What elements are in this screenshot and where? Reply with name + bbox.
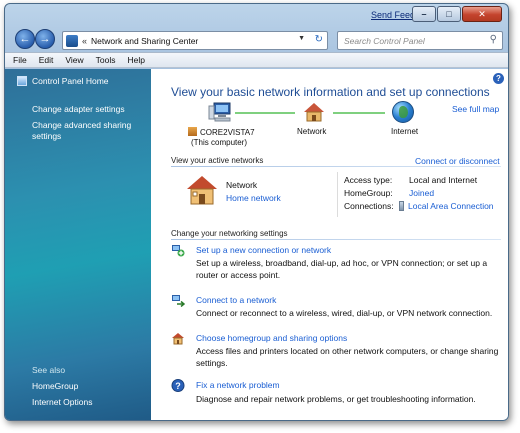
- see-full-map-link[interactable]: See full map: [452, 104, 499, 114]
- vertical-divider: [337, 172, 338, 217]
- task-homegroup-desc: Access files and printers located on oth…: [196, 346, 499, 368]
- troubleshoot-icon: ?: [171, 379, 185, 392]
- connections-label: Connections:: [344, 201, 394, 211]
- breadcrumb[interactable]: Network and Sharing Center: [91, 36, 198, 46]
- divider: [171, 166, 501, 167]
- sidebar-link-homegroup[interactable]: HomeGroup: [32, 381, 78, 392]
- control-panel-home-icon: [17, 76, 27, 86]
- homegroup-small-icon: [188, 127, 197, 136]
- sidebar-item-label[interactable]: Control Panel Home: [32, 76, 109, 86]
- home-network-icon: [187, 176, 217, 205]
- internet-globe-icon[interactable]: [392, 101, 414, 123]
- sidebar-item-advanced-sharing[interactable]: Change advanced sharing: [32, 120, 131, 131]
- connect-disconnect-link[interactable]: Connect or disconnect: [415, 156, 500, 166]
- forward-button[interactable]: →: [35, 29, 55, 49]
- control-panel-icon: [66, 34, 78, 47]
- access-type-value: Local and Internet: [409, 175, 478, 185]
- page-title: View your basic network information and …: [171, 85, 490, 99]
- network-location-link[interactable]: Home network: [226, 193, 281, 203]
- chevron-down-icon[interactable]: ▼: [298, 35, 305, 42]
- main-content: ? View your basic network information an…: [151, 69, 508, 420]
- divider: [171, 239, 501, 240]
- menu-view[interactable]: View: [65, 55, 83, 65]
- menu-file[interactable]: File: [13, 55, 27, 65]
- ethernet-icon: [399, 201, 404, 211]
- task-connect-network-desc: Connect or reconnect to a wireless, wire…: [196, 308, 493, 318]
- change-settings-heading: Change your networking settings: [171, 229, 288, 238]
- computer-name-label: CORE2VISTA7: [188, 127, 255, 137]
- back-button[interactable]: ←: [15, 29, 35, 49]
- map-connection-line: [333, 112, 385, 114]
- breadcrumb-chevron[interactable]: «: [82, 36, 87, 46]
- menu-edit[interactable]: Edit: [39, 55, 54, 65]
- homegroup-joined-link[interactable]: Joined: [409, 188, 434, 198]
- close-button[interactable]: ✕: [462, 6, 502, 22]
- connect-network-icon: [172, 295, 185, 307]
- access-type-label: Access type:: [344, 175, 393, 185]
- address-bar[interactable]: « Network and Sharing Center ▼ ↻: [62, 31, 328, 50]
- maximize-button[interactable]: □: [437, 6, 461, 22]
- internet-label: Internet: [391, 127, 419, 136]
- search-placeholder: Search Control Panel: [344, 36, 425, 46]
- task-connect-network-link[interactable]: Connect to a network: [196, 295, 276, 305]
- sidebar-item-advanced-sharing-cont[interactable]: settings: [32, 131, 61, 142]
- network-setup-icon: [172, 245, 185, 257]
- svg-text:?: ?: [175, 381, 181, 391]
- task-setup-connection-link[interactable]: Set up a new connection or network: [196, 245, 331, 255]
- search-input[interactable]: Search Control Panel ⚲: [337, 31, 503, 50]
- network-house-icon: [304, 103, 324, 122]
- task-homegroup-link[interactable]: Choose homegroup and sharing options: [196, 333, 347, 343]
- network-label: Network: [297, 127, 327, 136]
- computer-name: CORE2VISTA7: [200, 128, 255, 137]
- menu-help[interactable]: Help: [127, 55, 144, 65]
- connection-name[interactable]: Local Area Connection: [408, 201, 494, 211]
- local-area-connection-link[interactable]: Local Area Connection: [399, 201, 494, 211]
- computer-note: (This computer): [191, 138, 248, 147]
- map-connection-line: [235, 112, 295, 114]
- network-sharing-center-window: Send Feedback – □ ✕ ← → « Network and Sh…: [4, 3, 509, 421]
- homegroup-icon: [172, 333, 184, 345]
- sidebar: Control Panel Home Change adapter settin…: [5, 69, 151, 420]
- window-caption-buttons: – □ ✕: [411, 6, 502, 22]
- sidebar-item-change-adapter[interactable]: Change adapter settings: [32, 104, 125, 115]
- sidebar-item-home[interactable]: Control Panel Home: [17, 76, 109, 86]
- menu-tools[interactable]: Tools: [96, 55, 116, 65]
- help-icon[interactable]: ?: [493, 73, 504, 84]
- task-fix-problem-desc: Diagnose and repair network problems, or…: [196, 394, 476, 404]
- menu-bar: File Edit View Tools Help: [5, 52, 508, 68]
- active-network-name: Network: [226, 180, 258, 190]
- computer-icon: [208, 102, 231, 122]
- sidebar-link-internet-options[interactable]: Internet Options: [32, 397, 92, 408]
- see-also-heading: See also: [32, 365, 66, 375]
- active-networks-heading: View your active networks: [171, 156, 264, 165]
- task-setup-connection-desc: Set up a wireless, broadband, dial-up, a…: [196, 258, 488, 280]
- homegroup-label: HomeGroup:: [344, 188, 393, 198]
- refresh-icon[interactable]: ↻: [315, 34, 323, 45]
- minimize-button[interactable]: –: [412, 6, 436, 22]
- search-icon[interactable]: ⚲: [490, 34, 497, 45]
- task-fix-problem-link[interactable]: Fix a network problem: [196, 380, 280, 390]
